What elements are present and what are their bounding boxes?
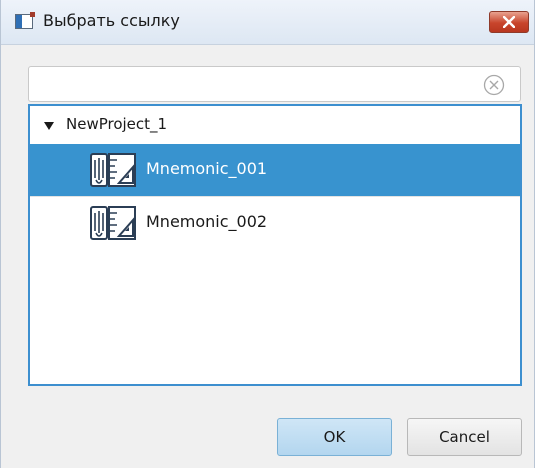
clear-search-icon[interactable] — [483, 74, 505, 96]
title-bar[interactable]: Выбрать ссылку — [1, 0, 534, 45]
tree-item-label: Mnemonic_002 — [146, 212, 268, 231]
mnemonic-icon — [90, 206, 136, 240]
close-button[interactable] — [489, 11, 529, 33]
expand-arrow-icon[interactable] — [44, 122, 54, 130]
search-box — [28, 66, 521, 102]
search-input[interactable] — [33, 70, 467, 100]
tree-item-mnemonic-002[interactable]: Mnemonic_002 — [30, 196, 520, 248]
select-link-dialog: Выбрать ссылку NewProject_1 Mnemonic_001… — [0, 0, 535, 468]
mnemonic-icon — [90, 153, 136, 187]
cancel-button[interactable]: Cancel — [407, 418, 522, 456]
close-icon — [503, 16, 515, 28]
window-icon — [15, 12, 35, 29]
project-tree[interactable]: NewProject_1 Mnemonic_001 Mnemonic_002 — [28, 104, 522, 386]
tree-item-mnemonic-001[interactable]: Mnemonic_001 — [30, 144, 520, 196]
ok-button[interactable]: OK — [277, 418, 392, 456]
tree-root-label: NewProject_1 — [66, 115, 168, 133]
tree-item-label: Mnemonic_001 — [146, 159, 268, 178]
window-title: Выбрать ссылку — [43, 11, 180, 30]
tree-root-row[interactable]: NewProject_1 — [30, 106, 520, 144]
